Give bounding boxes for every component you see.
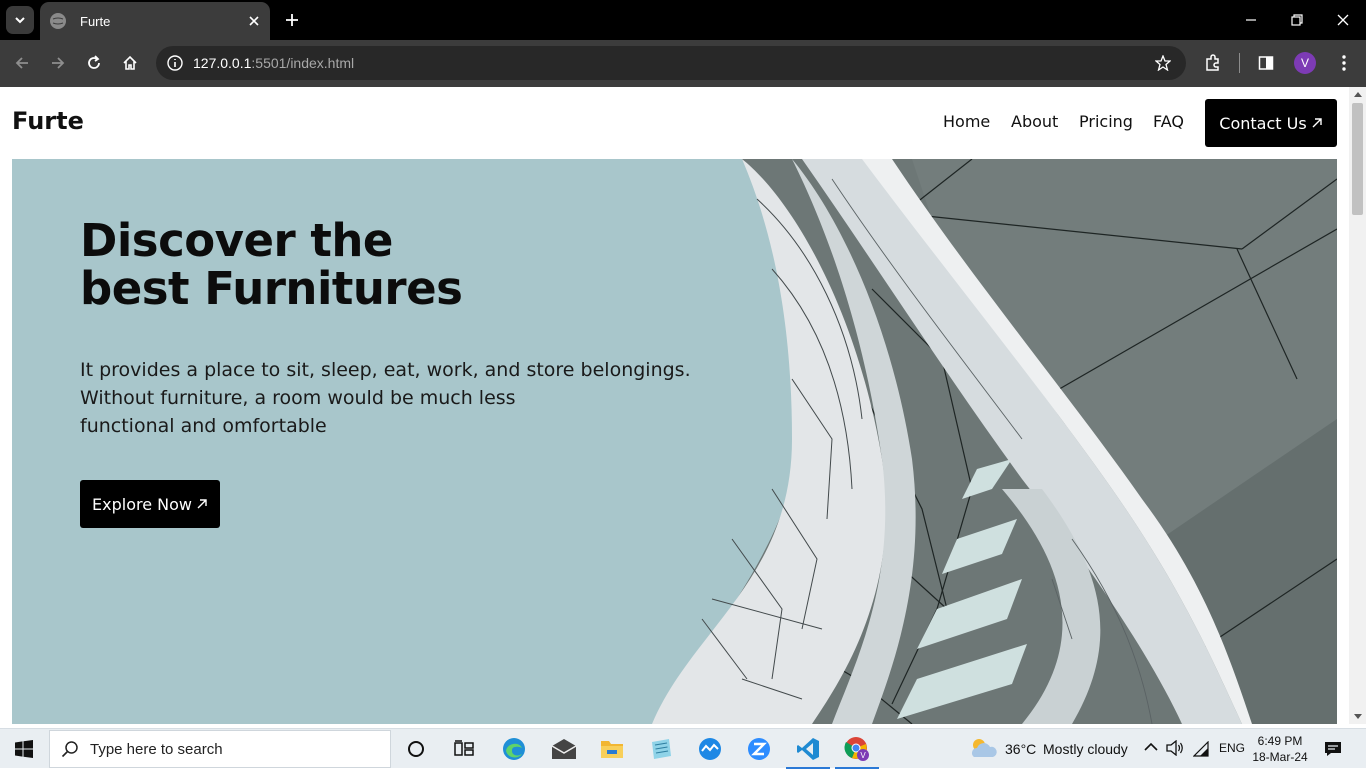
side-panel-icon <box>1258 56 1274 70</box>
hero-description-line: Without furniture, a room would be much … <box>80 387 516 409</box>
scroll-down-arrow-icon[interactable] <box>1349 710 1366 724</box>
arrow-up-right-icon <box>1312 118 1322 128</box>
show-hidden-icons-chevron-icon[interactable] <box>1144 742 1158 752</box>
zoom-app[interactable] <box>735 729 783 769</box>
web-page: Furte Home About Pricing FAQ Contact Us <box>0 87 1349 724</box>
profile-avatar[interactable]: V <box>1294 52 1316 74</box>
browser-menu-button[interactable] <box>1331 50 1357 76</box>
zoom-icon <box>748 738 770 760</box>
home-icon <box>123 55 137 70</box>
hero-description: It provides a place to sit, sleep, eat, … <box>80 356 730 440</box>
explore-now-button[interactable]: Explore Now <box>80 480 220 528</box>
start-button[interactable] <box>0 729 48 769</box>
forward-button[interactable] <box>45 50 71 76</box>
minimize-button[interactable] <box>1228 0 1274 40</box>
hero-title-line: Discover the <box>80 214 393 267</box>
search-placeholder: Type here to search <box>90 740 223 758</box>
hero-title-line: best Furnitures <box>80 262 463 315</box>
explore-now-label: Explore Now <box>92 494 192 514</box>
clock-date: 18-Mar-24 <box>1252 750 1308 764</box>
arrow-left-icon <box>15 57 28 69</box>
extensions-button[interactable] <box>1200 50 1226 76</box>
nav-about[interactable]: About <box>1011 112 1058 131</box>
app-wave-icon <box>699 738 721 760</box>
address-bar[interactable]: 127.0.0.1:5501/index.html <box>156 46 1186 80</box>
globe-icon <box>50 13 66 29</box>
notifications-icon[interactable] <box>1324 741 1342 757</box>
site-logo[interactable]: Furte <box>12 107 84 135</box>
restore-icon <box>1291 14 1303 26</box>
vscode-icon <box>797 738 819 760</box>
nav-faq[interactable]: FAQ <box>1153 112 1184 131</box>
taskbar-search-box[interactable]: Type here to search <box>49 730 391 768</box>
edge-app[interactable] <box>490 729 538 769</box>
taskbar-clock[interactable]: 6:49 PM 18-Mar-24 <box>1248 733 1312 765</box>
chevron-down-icon <box>15 17 25 24</box>
browser-tab[interactable]: Furte <box>40 2 270 40</box>
notepad-icon <box>652 739 671 759</box>
cortana-circle-icon <box>408 741 424 757</box>
contact-us-label: Contact Us <box>1219 113 1307 133</box>
close-tab-icon[interactable] <box>244 11 264 31</box>
home-button[interactable] <box>117 50 143 76</box>
language-indicator[interactable]: ENG <box>1219 741 1245 755</box>
task-view-icon <box>454 740 474 756</box>
close-icon <box>1337 14 1349 26</box>
tab-search-button[interactable] <box>6 6 34 34</box>
nav-home[interactable]: Home <box>943 112 990 131</box>
side-panel-button[interactable] <box>1253 50 1279 76</box>
hero-section: Discover the best Furnitures It provides… <box>12 159 1337 724</box>
scroll-up-arrow-icon[interactable] <box>1349 87 1366 101</box>
blue-app[interactable] <box>686 729 734 769</box>
hero-description-line: It provides a place to sit, sleep, eat, … <box>80 359 691 381</box>
tab-title: Furte <box>80 13 111 29</box>
search-icon <box>50 740 90 758</box>
chrome-icon: V <box>844 737 869 761</box>
toolbar-divider <box>1239 53 1240 73</box>
notepad-app[interactable] <box>637 729 685 769</box>
scrollbar-thumb[interactable] <box>1352 103 1363 215</box>
bookmark-star-icon[interactable] <box>1150 50 1176 76</box>
site-info-icon[interactable] <box>164 52 186 74</box>
windows-taskbar: Type here to search V 36°C Mostly cloudy… <box>0 728 1366 769</box>
reload-icon <box>88 55 100 69</box>
svg-text:V: V <box>860 751 866 760</box>
minimize-icon <box>1246 19 1256 21</box>
url-host: 127.0.0.1 <box>193 55 252 71</box>
cortana-button[interactable] <box>392 729 440 769</box>
task-view-button[interactable] <box>440 729 488 769</box>
vscode-app[interactable] <box>784 729 832 769</box>
arrow-right-icon <box>52 57 65 69</box>
hero-title: Discover the best Furnitures <box>80 214 463 315</box>
mail-icon <box>551 739 577 759</box>
mail-app[interactable] <box>540 729 588 769</box>
nav-pricing[interactable]: Pricing <box>1079 112 1133 131</box>
chrome-app[interactable]: V <box>833 729 881 769</box>
weather-temperature[interactable]: 36°C <box>1005 741 1036 757</box>
puzzle-icon <box>1206 54 1219 71</box>
volume-icon[interactable] <box>1166 740 1184 756</box>
url-path: :5501/index.html <box>251 55 355 71</box>
new-tab-button[interactable] <box>280 8 304 32</box>
folder-icon <box>601 741 623 758</box>
page-scrollbar[interactable] <box>1349 87 1366 724</box>
back-button[interactable] <box>9 50 35 76</box>
contact-us-button[interactable]: Contact Us <box>1205 99 1337 147</box>
edge-icon <box>503 738 525 760</box>
plus-icon <box>286 14 298 26</box>
windows-logo-icon <box>15 740 33 758</box>
more-vertical-icon <box>1342 55 1346 71</box>
arrow-up-right-icon <box>197 499 207 509</box>
wifi-icon[interactable] <box>1193 741 1209 757</box>
weather-description[interactable]: Mostly cloudy <box>1043 741 1128 757</box>
url-text[interactable]: 127.0.0.1:5501/index.html <box>193 55 1150 71</box>
file-explorer-app[interactable] <box>588 729 636 769</box>
hero-description-line: functional and omfortable <box>80 415 327 437</box>
clock-time: 6:49 PM <box>1257 734 1303 748</box>
weather-cloudy-icon[interactable] <box>968 735 998 761</box>
close-window-button[interactable] <box>1320 0 1366 40</box>
restore-button[interactable] <box>1274 0 1320 40</box>
reload-button[interactable] <box>81 50 107 76</box>
browser-tab-bar: Furte <box>0 0 1366 40</box>
